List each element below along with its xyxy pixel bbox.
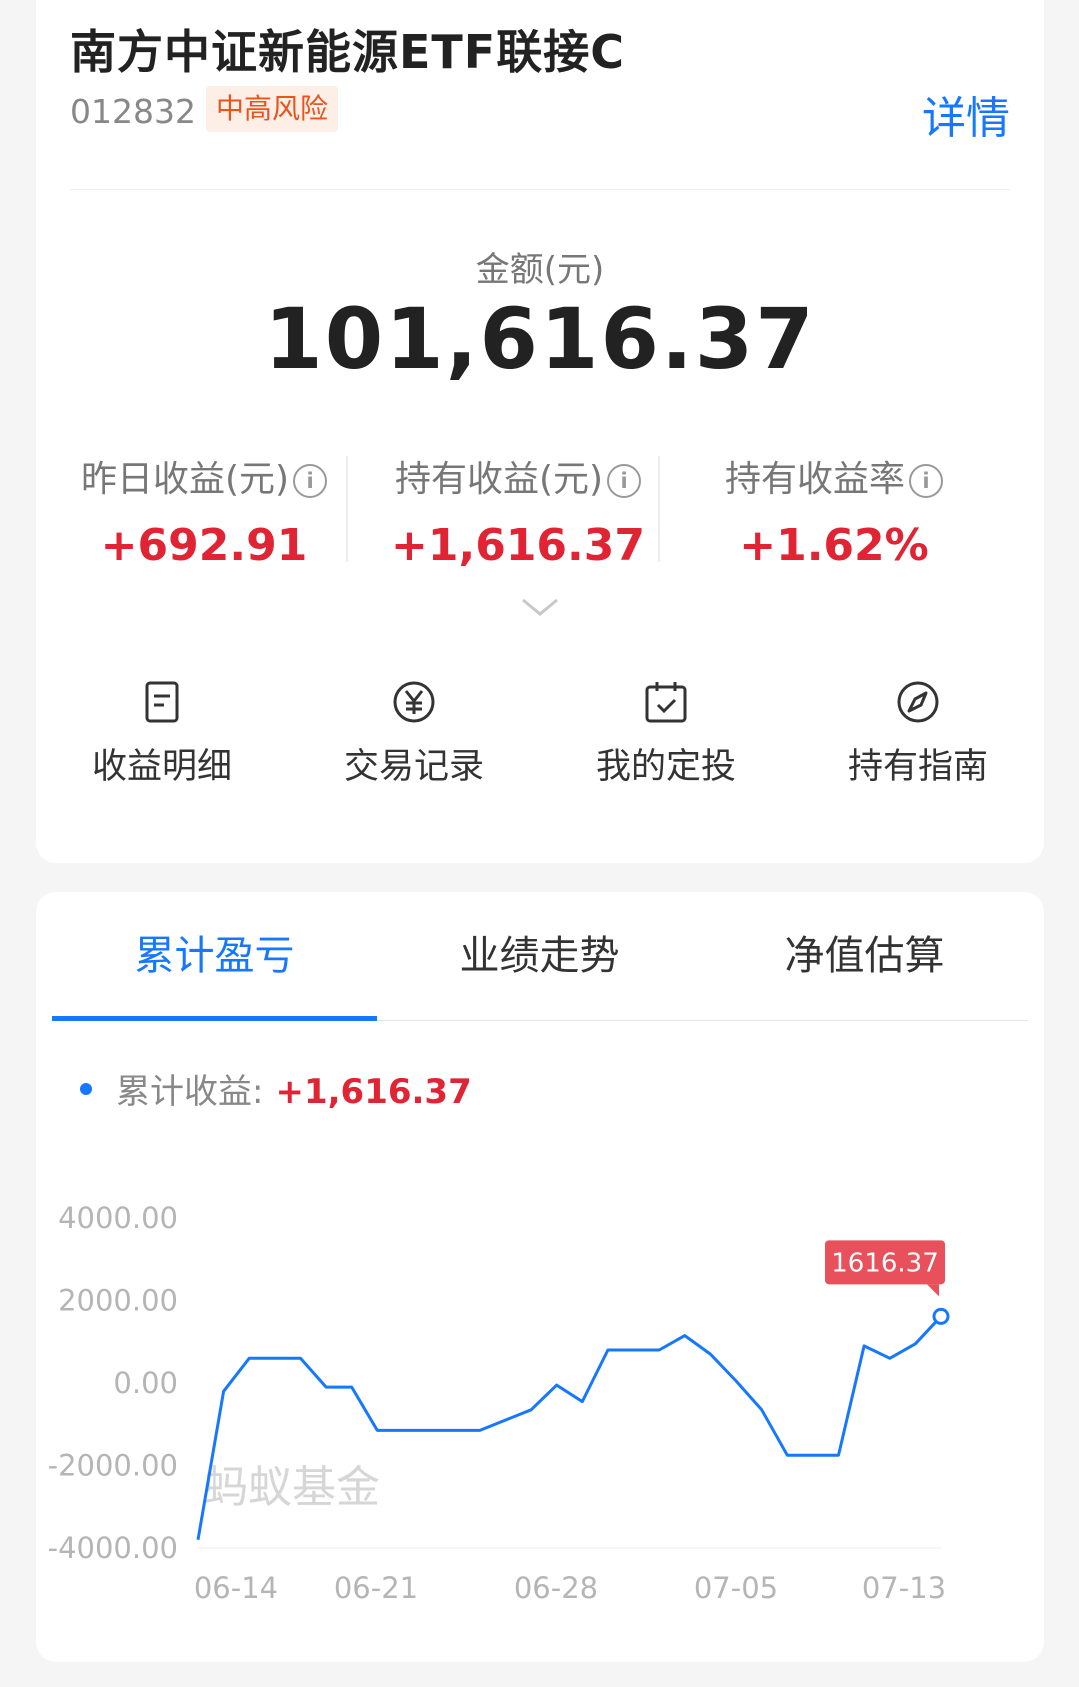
stat-label: 持有收益(元) xyxy=(394,459,604,500)
y-tick-label: -2000.00 xyxy=(48,1449,178,1483)
yuan-icon xyxy=(393,681,435,723)
cumulative-pnl-chart[interactable]: 4000.00 2000.00 0.00 -2000.00 -4000.00 06-14 0… xyxy=(36,892,1044,1662)
y-tick-label: 2000.00 xyxy=(58,1284,178,1318)
stat-holding-income: 持有收益(元) i +1,616.37 xyxy=(350,450,686,571)
divider xyxy=(70,189,1010,190)
risk-badge: 中高风险 xyxy=(206,86,339,132)
watermark-text: 蚂蚁基金 xyxy=(204,1462,380,1513)
chevron-down-icon[interactable] xyxy=(520,596,560,618)
stat-value: +1,616.37 xyxy=(391,520,645,571)
fund-summary-card: 南方中证新能源ETF联接C 012832 中高风险 详情 金额(元) 101,6… xyxy=(36,0,1044,863)
stat-holding-rate: 持有收益率 i +1.62% xyxy=(666,450,1002,571)
action-label: 我的定投 xyxy=(595,747,736,787)
x-tick-label: 07-13 xyxy=(862,1571,946,1605)
action-holding-guide[interactable]: 持有指南 xyxy=(792,680,1044,789)
y-tick-label: -4000.00 xyxy=(48,1531,178,1565)
tooltip-pointer xyxy=(927,1284,939,1297)
x-tick-label: 06-21 xyxy=(334,1571,418,1605)
chart-card: 累计盈亏 业绩走势 净值估算 累计收益: +1,616.37 4000.00 200… xyxy=(36,892,1044,1662)
action-bar: 收益明细 交易记录 我的定投 持有指南 xyxy=(36,680,1044,800)
divider xyxy=(346,456,348,562)
stats-row: 昨日收益(元) i +692.91 持有收益(元) i +1,616.37 持有收益… xyxy=(36,450,1044,571)
action-auto-invest[interactable]: 我的定投 xyxy=(540,680,792,789)
stat-value: +1.62% xyxy=(739,520,929,571)
stat-value: +692.91 xyxy=(100,520,308,571)
fund-name: 南方中证新能源ETF联接C xyxy=(70,25,625,79)
y-tick-label: 0.00 xyxy=(113,1366,178,1400)
detail-link[interactable]: 详情 xyxy=(922,82,1010,146)
action-label: 交易记录 xyxy=(343,747,484,787)
action-trade-records[interactable]: 交易记录 xyxy=(288,680,540,789)
fund-code: 012832 xyxy=(70,92,196,131)
x-tick-label: 07-05 xyxy=(694,1571,778,1605)
x-tick-label: 06-14 xyxy=(194,1571,278,1605)
action-label: 持有指南 xyxy=(847,747,988,787)
action-income-detail[interactable]: 收益明细 xyxy=(36,680,288,789)
stat-yesterday-income: 昨日收益(元) i +692.91 xyxy=(36,450,372,571)
action-label: 收益明细 xyxy=(91,747,232,787)
calendar-check-icon xyxy=(645,682,687,723)
info-icon[interactable]: i xyxy=(607,464,642,498)
document-icon xyxy=(145,681,179,723)
info-icon[interactable]: i xyxy=(909,464,943,498)
stat-label: 昨日收益(元) xyxy=(80,459,290,500)
divider xyxy=(658,456,660,562)
amount-value: 101,616.37 xyxy=(264,290,816,388)
x-tick-label: 06-28 xyxy=(514,1571,598,1605)
compass-icon xyxy=(897,681,939,723)
tooltip-value: 1616.37 xyxy=(831,1248,939,1278)
stat-label: 持有收益率 xyxy=(724,459,905,500)
amount-label: 金额(元) xyxy=(475,250,605,290)
info-icon[interactable]: i xyxy=(293,464,328,498)
last-point-marker xyxy=(932,1307,950,1325)
y-tick-label: 4000.00 xyxy=(58,1201,178,1235)
